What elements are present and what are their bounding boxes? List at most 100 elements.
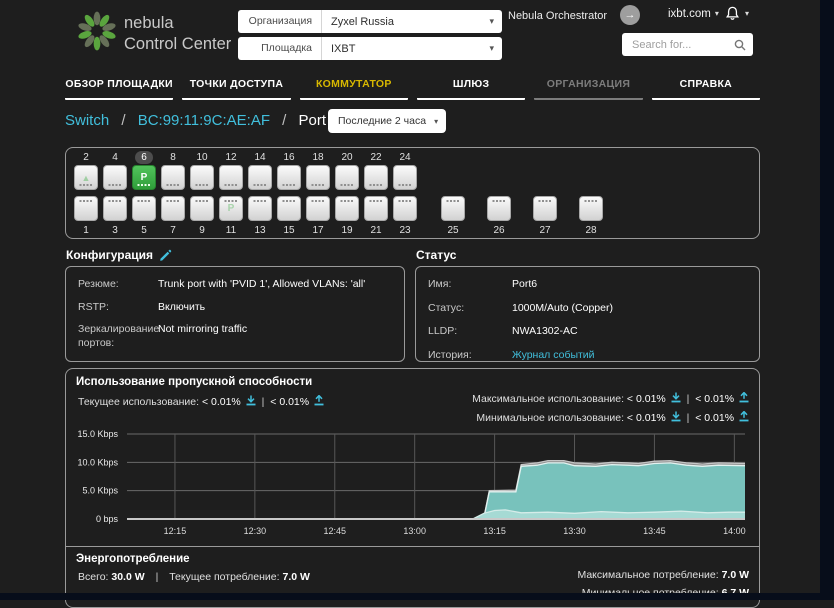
info-label: Статус:: [428, 302, 512, 316]
port-6[interactable]: P: [132, 165, 156, 190]
tab-organization[interactable]: ОРГАНИЗАЦИЯ: [534, 72, 642, 100]
window-edge-right: [820, 0, 834, 600]
orchestrator-label: Nebula Orchestrator: [508, 10, 607, 22]
rj45-pins: [447, 200, 460, 202]
port-10[interactable]: [190, 165, 214, 190]
status-title-text: Статус: [416, 248, 456, 262]
port-8[interactable]: [161, 165, 185, 190]
info-value: Включить: [158, 301, 392, 315]
port-22[interactable]: [364, 165, 388, 190]
port-18[interactable]: [306, 165, 330, 190]
breadcrumb-switch-link[interactable]: Switch: [65, 112, 109, 129]
min-upload-value: < 0.01%: [695, 412, 734, 424]
rj45-pins: [312, 200, 325, 202]
rj45-pins: [399, 200, 412, 202]
svg-text:12:45: 12:45: [324, 526, 347, 536]
usage-separator: |: [687, 393, 690, 405]
port-27[interactable]: [533, 196, 557, 221]
tab-gateway[interactable]: ШЛЮЗ: [417, 72, 525, 100]
usage-separator: |: [262, 396, 265, 408]
port-5[interactable]: [132, 196, 156, 221]
info-value: NWA1302-AC: [512, 325, 747, 339]
port-23[interactable]: [393, 196, 417, 221]
rj45-pins: [254, 200, 267, 202]
breadcrumb-separator: /: [282, 112, 286, 129]
max-usage: Максимальное использование: < 0.01% | < …: [472, 392, 749, 405]
caret-down-icon: ▾: [489, 16, 502, 27]
port-16[interactable]: [277, 165, 301, 190]
port-28[interactable]: [579, 196, 603, 221]
orchestrator-toggle[interactable]: →: [620, 5, 640, 25]
notifications-menu[interactable]: ▾: [724, 5, 749, 22]
time-range-value: Последние 2 часа: [338, 115, 426, 127]
tab-help[interactable]: СПРАВКА: [652, 72, 760, 100]
caret-down-icon: ▾: [715, 9, 719, 18]
rj45-pins: [539, 200, 552, 202]
brand-line-2: Control Center: [124, 34, 231, 55]
event-log-link[interactable]: Журнал событий: [512, 349, 747, 363]
port-number-14: 14: [248, 151, 272, 164]
tab-access-points[interactable]: ТОЧКИ ДОСТУПА: [182, 72, 290, 100]
info-label: LLDP:: [428, 325, 512, 339]
port-7[interactable]: [161, 196, 185, 221]
power-max-label: Максимальное потребление:: [577, 569, 718, 581]
port-number-9: 9: [190, 224, 214, 237]
port-26[interactable]: [487, 196, 511, 221]
tab-site-overview[interactable]: ОБЗОР ПЛОЩАДКИ: [65, 72, 173, 100]
search-input[interactable]: [630, 38, 733, 52]
port-17[interactable]: [306, 196, 330, 221]
site-select-value: IXBT: [322, 43, 489, 55]
port-12[interactable]: [219, 165, 243, 190]
tab-switch[interactable]: КОММУТАТОР: [300, 72, 408, 100]
info-row: LLDP:NWA1302-AC: [428, 325, 747, 339]
power-summary: Всего: 30.0 W | Текущее потребление: 7.0…: [78, 571, 310, 583]
account-menu[interactable]: ixbt.com▾: [668, 8, 719, 20]
port-13[interactable]: [248, 196, 272, 221]
time-range-select[interactable]: Последние 2 часа ▾: [328, 109, 446, 133]
min-download-value: < 0.01%: [627, 412, 666, 424]
port-4[interactable]: [103, 165, 127, 190]
site-select[interactable]: Площадка IXBT ▾: [238, 37, 502, 60]
port-20[interactable]: [335, 165, 359, 190]
download-icon: [671, 411, 681, 422]
organization-select[interactable]: Организация Zyxel Russia ▾: [238, 10, 502, 33]
organization-select-label: Организация: [238, 10, 322, 33]
port-21[interactable]: [364, 196, 388, 221]
max-usage-label: Максимальное использование:: [472, 393, 624, 405]
svg-text:13:15: 13:15: [483, 526, 506, 536]
power-max-value: 7.0 W: [722, 569, 749, 581]
power-title: Энергопотребление: [76, 553, 190, 565]
port-number-16: 16: [277, 151, 301, 164]
port-icons-top: ▲P: [74, 165, 417, 190]
port-number-23: 23: [393, 224, 417, 237]
port-11[interactable]: P: [219, 196, 243, 221]
bandwidth-chart: 12:1512:3012:4513:0013:1513:3013:4514:00…: [66, 425, 760, 539]
port-number-19: 19: [335, 224, 359, 237]
port-15[interactable]: [277, 196, 301, 221]
edit-icon[interactable]: [159, 249, 172, 262]
port-1[interactable]: [74, 196, 98, 221]
caret-down-icon: ▾: [745, 9, 749, 18]
caret-down-icon: ▾: [434, 117, 438, 126]
search-icon[interactable]: [733, 38, 747, 52]
rj45-pins: [109, 184, 122, 186]
rj45-pins: [167, 200, 180, 202]
port-24[interactable]: [393, 165, 417, 190]
port-2[interactable]: ▲: [74, 165, 98, 190]
port-9[interactable]: [190, 196, 214, 221]
config-title-text: Конфигурация: [66, 248, 153, 262]
site-select-label: Площадка: [238, 37, 322, 60]
port-14[interactable]: [248, 165, 272, 190]
svg-text:12:15: 12:15: [164, 526, 187, 536]
port-25[interactable]: [441, 196, 465, 221]
info-label: RSTP:: [78, 301, 158, 315]
info-row: Статус:1000M/Auto (Copper): [428, 302, 747, 316]
rj45-pins: [109, 200, 122, 202]
port-number-2: 2: [74, 151, 98, 164]
port-19[interactable]: [335, 196, 359, 221]
breadcrumb-device-link[interactable]: BC:99:11:9C:AE:AF: [138, 112, 270, 129]
usage-separator: |: [687, 412, 690, 424]
main-nav: ОБЗОР ПЛОЩАДКИ ТОЧКИ ДОСТУПА КОММУТАТОР ШЛЮ…: [65, 72, 760, 100]
current-download-value: < 0.01%: [202, 396, 241, 408]
port-3[interactable]: [103, 196, 127, 221]
